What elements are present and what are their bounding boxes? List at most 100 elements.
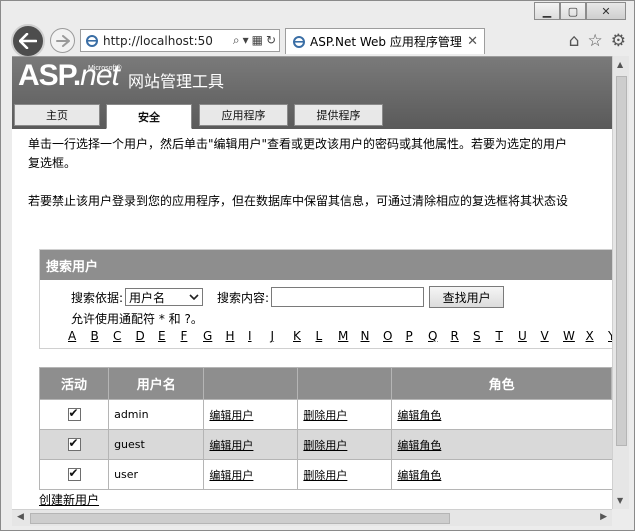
letter-link[interactable]: R [451,329,474,343]
letter-link[interactable]: A [68,329,91,343]
back-button[interactable] [11,24,45,58]
col-delete [297,367,393,400]
letter-link[interactable]: I [248,329,271,343]
tab-home[interactable]: 主页 [14,104,100,126]
site-header: ASP.net Microsoft® 网站管理工具 主页 安全 应用程序 提供程… [12,57,612,129]
user-table: 活动 用户名 角色 admin 编辑用户 删除用户 编辑角色 guest [38,367,612,490]
letter-link[interactable]: K [293,329,316,343]
table-row[interactable]: admin 编辑用户 删除用户 编辑角色 [38,399,612,430]
close-tab-icon[interactable]: ✕ [467,34,478,49]
address-bar[interactable]: http://localhost:50 ⌕ ▾ ▦ ↻ [80,29,280,52]
search-by-select[interactable]: 用户名 [125,288,204,306]
scroll-left-icon[interactable]: ◀ [17,512,24,522]
letter-link[interactable]: W [563,329,586,343]
col-edit [203,367,299,400]
letter-link[interactable]: Q [428,329,451,343]
edit-user-link[interactable]: 编辑用户 [209,469,253,482]
username-cell: user [108,459,205,490]
back-arrow-icon [19,33,37,49]
username-cell: admin [108,399,205,430]
search-input[interactable] [271,287,425,307]
table-row[interactable]: guest 编辑用户 删除用户 编辑角色 [38,429,612,460]
create-user-link[interactable]: 创建新用户 [39,491,99,508]
tab-application[interactable]: 应用程序 [199,104,288,126]
search-by-label: 搜索依据: [71,290,124,305]
letter-link[interactable]: U [518,329,541,343]
scroll-down-icon[interactable]: ▼ [617,496,623,505]
search-icon[interactable]: ⌕ [233,33,240,48]
letter-link[interactable]: D [136,329,159,343]
scroll-up-icon[interactable]: ▲ [617,60,623,69]
letter-link[interactable]: O [383,329,406,343]
ie-page-icon [86,34,98,47]
find-user-button[interactable]: 查找用户 [429,286,505,308]
compatibility-icon[interactable]: ▦ [252,33,263,48]
letter-link[interactable]: N [361,329,384,343]
favorites-star-icon[interactable]: ☆ [588,31,603,51]
page-viewport: ASP.net Microsoft® 网站管理工具 主页 安全 应用程序 提供程… [12,56,612,509]
edit-user-link[interactable]: 编辑用户 [209,409,253,422]
window-caption-buttons: ▁ ▢ ✕ [534,2,626,20]
letter-link[interactable]: B [91,329,114,343]
search-content-label: 搜索内容: [217,290,270,305]
letter-link[interactable]: H [226,329,249,343]
dropdown-icon[interactable]: ▾ [243,33,249,48]
col-roles: 角色 [391,367,612,400]
delete-user-link[interactable]: 删除用户 [303,409,347,422]
table-row[interactable]: user 编辑用户 删除用户 编辑角色 [38,459,612,490]
chevron-down-icon [189,294,199,300]
edit-roles-link[interactable]: 编辑角色 [397,439,441,452]
intro-text: 单击一行选择一个用户，然后单击"编辑用户"查看或更改该用户的密码或其他属性。若要… [28,137,569,208]
home-icon[interactable]: ⌂ [569,31,580,51]
horizontal-scrollbar[interactable]: ◀ ▶ [12,509,612,526]
address-url: http://localhost:50 [103,33,213,48]
edit-user-link[interactable]: 编辑用户 [209,439,253,452]
letter-link[interactable]: T [496,329,519,343]
active-checkbox[interactable] [67,406,81,422]
edit-roles-link[interactable]: 编辑角色 [397,469,441,482]
delete-user-link[interactable]: 删除用户 [303,469,347,482]
browser-tab[interactable]: ASP.Net Web 应用程序管理 ✕ [285,28,485,54]
scroll-right-icon[interactable]: ▶ [600,512,607,522]
settings-gear-icon[interactable]: ⚙ [611,31,626,51]
ie-tab-icon [293,35,305,48]
letter-link[interactable]: V [541,329,564,343]
vertical-scroll-thumb[interactable] [616,76,627,446]
search-panel: 搜索用户 搜索依据: 用户名 搜索内容: 查找用户 允许使用通配符 * 和 ?。… [39,249,612,349]
tab-title: ASP.Net Web 应用程序管理 [310,35,462,49]
active-checkbox[interactable] [67,436,81,452]
active-checkbox[interactable] [67,466,81,482]
forward-button[interactable] [50,28,75,53]
letter-link[interactable]: M [338,329,361,343]
delete-user-link[interactable]: 删除用户 [303,439,347,452]
vertical-scrollbar[interactable]: ▲ ▼ [612,56,629,509]
search-heading: 搜索用户 [40,250,612,280]
tab-security[interactable]: 安全 [106,104,192,129]
letter-link[interactable]: G [203,329,226,343]
tab-provider[interactable]: 提供程序 [294,104,383,126]
letter-link[interactable]: E [158,329,181,343]
letter-link[interactable]: L [316,329,339,343]
refresh-icon[interactable]: ↻ [266,33,276,48]
edit-roles-link[interactable]: 编辑角色 [397,409,441,422]
aspnet-logo: ASP.net Microsoft® [18,59,122,92]
forward-arrow-icon [55,34,70,47]
letter-link[interactable]: J [271,329,294,343]
close-window-button[interactable]: ✕ [586,2,626,20]
site-title: 网站管理工具 [128,72,225,91]
letter-link[interactable]: C [113,329,136,343]
letter-link[interactable]: X [586,329,609,343]
col-active: 活动 [38,367,110,400]
username-cell: guest [108,429,205,460]
letter-link[interactable]: P [406,329,429,343]
letter-link[interactable]: F [181,329,204,343]
minimize-button[interactable]: ▁ [534,2,560,20]
maximize-button[interactable]: ▢ [560,2,586,20]
browser-window: ▁ ▢ ✕ http://localhost:50 ⌕ ▾ ▦ ↻ ASP.Ne… [0,0,635,531]
nav-tabs: 主页 安全 应用程序 提供程序 [12,104,612,129]
letter-filter: A B C D E F G H I J K L M N O P Q R S T [68,329,612,343]
letter-link[interactable]: S [473,329,496,343]
horizontal-scroll-thumb[interactable] [30,513,450,524]
col-username: 用户名 [108,367,205,400]
wildcard-note: 允许使用通配符 * 和 ?。 [71,312,203,326]
